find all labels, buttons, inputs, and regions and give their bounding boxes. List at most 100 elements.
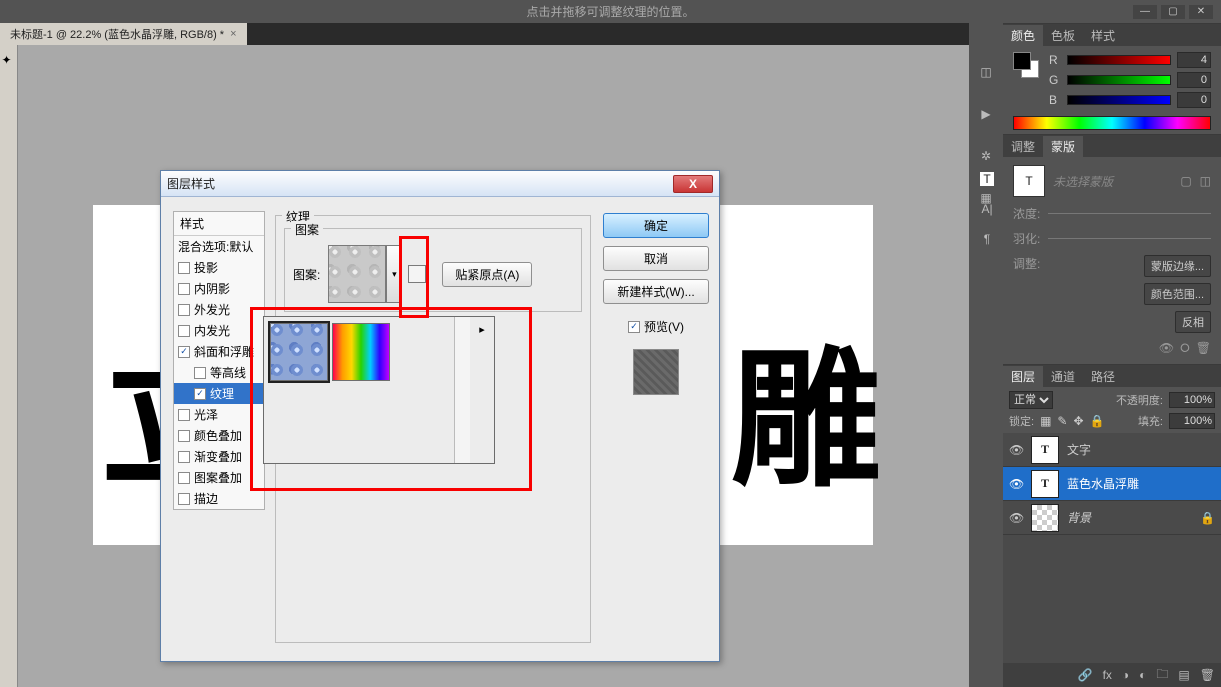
tool-icon[interactable]: ✦ — [2, 53, 16, 67]
new-group-icon[interactable]: 🗀 — [1156, 665, 1168, 686]
style-effect-row[interactable]: 渐变叠加 — [174, 446, 264, 467]
style-effect-checkbox[interactable]: ✓ — [194, 388, 206, 400]
blend-mode-select[interactable]: 正常 — [1009, 391, 1053, 409]
layer-name[interactable]: 蓝色水晶浮雕 — [1067, 475, 1139, 492]
dialog-close-button[interactable]: X — [673, 175, 713, 193]
pattern-dropdown-button[interactable]: ▾ — [386, 245, 402, 303]
create-new-pattern-button[interactable] — [408, 265, 426, 283]
style-effect-row[interactable]: 描边 — [174, 488, 264, 509]
style-effect-checkbox[interactable] — [178, 430, 190, 442]
style-effect-checkbox[interactable] — [194, 367, 206, 379]
new-layer-icon[interactable]: ▤ — [1178, 668, 1189, 682]
add-mask-icon[interactable]: ◑ — [1122, 668, 1129, 682]
mask-footer-icon[interactable]: ⭘ — [1180, 341, 1190, 356]
layer-visibility-icon[interactable]: 👁 — [1009, 443, 1023, 457]
layer-name[interactable]: 背景 — [1067, 509, 1091, 526]
window-maximize-button[interactable]: ▢ — [1161, 5, 1185, 19]
style-effect-checkbox[interactable] — [178, 304, 190, 316]
vector-mask-icon[interactable]: ◫ — [1200, 174, 1211, 188]
blending-options-row[interactable]: 混合选项:默认 — [174, 236, 264, 257]
style-effect-checkbox[interactable] — [178, 451, 190, 463]
adjustment-layer-icon[interactable]: ◐ — [1139, 668, 1146, 682]
tab-paths[interactable]: 路径 — [1083, 366, 1123, 387]
style-effect-checkbox[interactable] — [178, 409, 190, 421]
layer-thumbnail[interactable] — [1031, 504, 1059, 532]
b-slider[interactable] — [1067, 95, 1171, 105]
pattern-swatch[interactable] — [328, 245, 386, 303]
delete-layer-icon[interactable]: 🗑 — [1200, 668, 1215, 682]
window-minimize-button[interactable]: — — [1133, 5, 1157, 19]
pattern-popup-menu-button[interactable]: ▸ — [470, 317, 494, 463]
mask-footer-icon[interactable]: 👁 — [1159, 341, 1174, 356]
link-layers-icon[interactable]: 🔗 — [1078, 668, 1093, 682]
paragraph-panel-icon[interactable]: A| — [981, 202, 992, 216]
r-slider[interactable] — [1067, 55, 1171, 65]
style-effect-checkbox[interactable] — [178, 262, 190, 274]
r-value[interactable]: 4 — [1177, 52, 1211, 68]
rail-icon[interactable]: ▶ — [977, 105, 995, 123]
document-tab[interactable]: 未标题-1 @ 22.2% (蓝色水晶浮雕, RGB/8) * × — [0, 23, 247, 45]
ok-button[interactable]: 确定 — [603, 213, 709, 238]
style-effect-row[interactable]: ✓斜面和浮雕 — [174, 341, 264, 362]
style-effect-row[interactable]: 图案叠加 — [174, 467, 264, 488]
invert-mask-button[interactable]: 反相 — [1175, 311, 1211, 333]
snap-to-origin-button[interactable]: 贴紧原点(A) — [442, 262, 532, 287]
layer-row[interactable]: 👁T蓝色水晶浮雕 — [1003, 467, 1221, 501]
tab-swatches[interactable]: 色板 — [1043, 25, 1083, 46]
fgbg-color-widget[interactable] — [1013, 52, 1039, 78]
pattern-popup-scrollbar[interactable] — [454, 317, 470, 463]
window-close-button[interactable]: ✕ — [1189, 5, 1213, 19]
style-effect-row[interactable]: 内发光 — [174, 320, 264, 341]
glyph-panel-icon[interactable]: ¶ — [984, 232, 990, 246]
lock-all-icon[interactable]: 🔒 — [1090, 414, 1105, 428]
feather-slider[interactable] — [1048, 238, 1211, 239]
tab-channels[interactable]: 通道 — [1043, 366, 1083, 387]
style-effect-checkbox[interactable] — [178, 283, 190, 295]
style-effect-checkbox[interactable] — [178, 325, 190, 337]
density-slider[interactable] — [1048, 213, 1211, 214]
tab-styles[interactable]: 样式 — [1083, 25, 1123, 46]
g-slider[interactable] — [1067, 75, 1171, 85]
preview-checkbox[interactable]: ✓ — [628, 321, 640, 333]
style-effect-checkbox[interactable]: ✓ — [178, 346, 190, 358]
style-effect-row[interactable]: ✓纹理 — [174, 383, 264, 404]
pattern-option-thumb[interactable] — [332, 323, 390, 381]
style-effect-checkbox[interactable] — [178, 493, 190, 505]
mask-edge-button[interactable]: 蒙版边缘... — [1144, 255, 1211, 277]
style-effect-row[interactable]: 投影 — [174, 257, 264, 278]
lock-transparency-icon[interactable]: ▦ — [1040, 414, 1051, 428]
g-value[interactable]: 0 — [1177, 72, 1211, 88]
tab-color[interactable]: 颜色 — [1003, 25, 1043, 46]
rail-icon[interactable]: ✲ — [977, 147, 995, 165]
layer-row[interactable]: 👁 T 文字 — [1003, 433, 1221, 467]
tab-layers[interactable]: 图层 — [1003, 366, 1043, 387]
style-effect-row[interactable]: 等高线 — [174, 362, 264, 383]
mask-footer-icon[interactable]: 🗑 — [1196, 341, 1211, 356]
style-effect-row[interactable]: 内阴影 — [174, 278, 264, 299]
layer-fx-icon[interactable]: fx — [1103, 668, 1112, 682]
hue-strip[interactable] — [1013, 116, 1211, 130]
layer-thumbnail[interactable]: T — [1031, 436, 1059, 464]
pixel-mask-icon[interactable]: ▢ — [1180, 174, 1191, 188]
layer-name[interactable]: 文字 — [1067, 441, 1091, 458]
new-style-button[interactable]: 新建样式(W)... — [603, 279, 709, 304]
b-value[interactable]: 0 — [1177, 92, 1211, 108]
rail-icon[interactable]: ◫ — [977, 63, 995, 81]
fill-input[interactable] — [1169, 413, 1215, 429]
cancel-button[interactable]: 取消 — [603, 246, 709, 271]
style-effect-row[interactable]: 光泽 — [174, 404, 264, 425]
lock-paint-icon[interactable]: ✎ — [1057, 414, 1067, 428]
color-range-button[interactable]: 颜色范围... — [1144, 283, 1211, 305]
tab-masks[interactable]: 蒙版 — [1043, 136, 1083, 157]
layer-row[interactable]: 👁背景🔒 — [1003, 501, 1221, 535]
lock-position-icon[interactable]: ✥ — [1073, 414, 1083, 428]
opacity-input[interactable] — [1169, 392, 1215, 408]
character-panel-icon[interactable]: T — [980, 172, 993, 186]
mask-thumbnail[interactable]: T — [1013, 165, 1045, 197]
style-effect-row[interactable]: 颜色叠加 — [174, 425, 264, 446]
style-effect-checkbox[interactable] — [178, 472, 190, 484]
layer-visibility-icon[interactable]: 👁 — [1009, 477, 1023, 491]
tab-adjustments[interactable]: 调整 — [1003, 136, 1043, 157]
style-effect-row[interactable]: 外发光 — [174, 299, 264, 320]
layer-visibility-icon[interactable]: 👁 — [1009, 511, 1023, 525]
